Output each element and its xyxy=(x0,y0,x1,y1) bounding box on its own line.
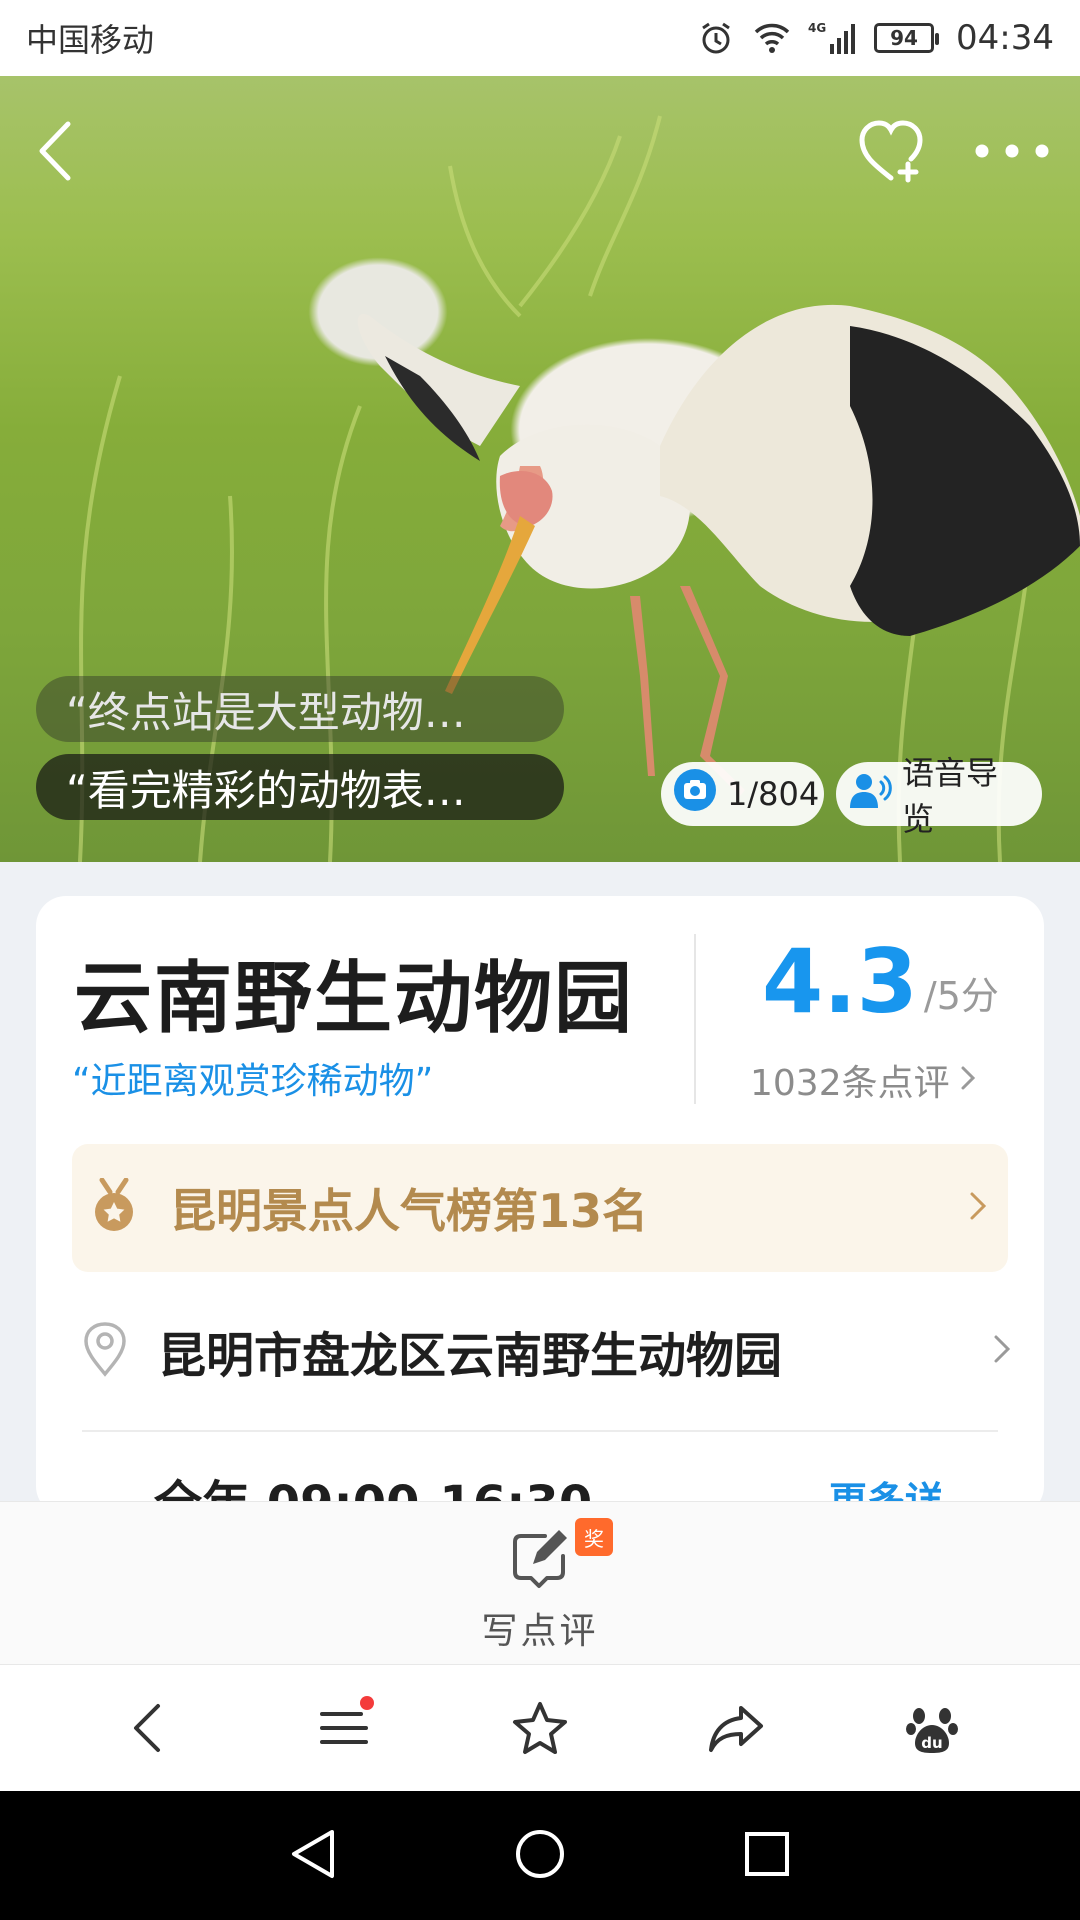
wifi-icon xyxy=(752,18,792,58)
system-nav-bar xyxy=(0,1791,1080,1920)
write-review-bar: 写点评 奖 xyxy=(0,1501,1080,1665)
review-quote-text: “终点站是大型动物… xyxy=(66,687,466,737)
signal-icon: 4G xyxy=(808,18,858,58)
rating-unit: /5分 xyxy=(923,974,999,1018)
back-icon[interactable] xyxy=(108,1688,188,1768)
rating-score[interactable]: 4.3 /5分 xyxy=(762,938,999,1026)
audio-guide-icon xyxy=(848,768,892,820)
reward-badge: 奖 xyxy=(575,1518,613,1556)
edit-icon xyxy=(509,1528,571,1594)
share-icon[interactable] xyxy=(696,1688,776,1768)
battery-level: 94 xyxy=(890,26,918,50)
poi-info-card: 云南野生动物园 “近距离观赏珍稀动物” 4.3 /5分 1032条点评 昆明景点… xyxy=(36,896,1044,1516)
status-bar: 中国移动 4G 94 04:34 xyxy=(0,0,1080,76)
address-text: 昆明市盘龙区云南野生动物园 xyxy=(158,1328,783,1384)
audio-guide-button[interactable]: 语音导览 xyxy=(836,754,1042,838)
battery-icon: 94 xyxy=(874,23,940,53)
nav-recents-icon[interactable] xyxy=(742,1829,792,1883)
write-review-label: 写点评 xyxy=(481,1611,599,1652)
review-count: 1032条点评 xyxy=(750,1063,950,1104)
baidu-paw-icon[interactable]: du xyxy=(892,1688,972,1768)
hero-header xyxy=(0,76,1080,226)
status-icons: 4G 94 04:34 xyxy=(696,18,1054,58)
review-quote-chip[interactable]: “终点站是大型动物… xyxy=(36,676,564,742)
svg-text:du: du xyxy=(921,1734,942,1752)
audio-guide-label: 语音导览 xyxy=(902,754,999,838)
nav-home-icon[interactable] xyxy=(513,1827,567,1885)
review-count-link[interactable]: 1032条点评 xyxy=(750,1054,976,1106)
clock-label: 04:34 xyxy=(956,18,1054,58)
notification-dot xyxy=(360,1696,374,1710)
location-pin-icon xyxy=(82,1321,128,1381)
photo-counter-label: 1/804 xyxy=(727,775,820,813)
review-quote-text: “看完精彩的动物表… xyxy=(66,765,466,815)
alarm-icon xyxy=(696,18,736,58)
hero-photo[interactable]: “终点站是大型动物… “看完精彩的动物表… 1/804 语音导览 xyxy=(0,76,1080,862)
photo-counter-button[interactable]: 1/804 xyxy=(661,762,824,826)
divider xyxy=(694,934,696,1104)
popularity-rank-banner[interactable]: 昆明景点人气榜第13名 xyxy=(72,1144,1008,1272)
carrier-label: 中国移动 xyxy=(26,21,155,59)
medal-icon xyxy=(92,1177,136,1238)
camera-icon xyxy=(673,768,717,820)
menu-icon[interactable] xyxy=(304,1688,384,1768)
review-quote-chip[interactable]: “看完精彩的动物表… xyxy=(36,754,564,820)
poi-name: 云南野生动物园 xyxy=(74,954,635,1044)
divider xyxy=(82,1430,998,1432)
address-row[interactable]: 昆明市盘龙区云南野生动物园 xyxy=(82,1296,1012,1406)
star-icon[interactable] xyxy=(500,1688,580,1768)
chevron-right-icon xyxy=(992,1332,1012,1370)
chevron-right-icon xyxy=(960,1060,976,1101)
poi-slogan: “近距离观赏珍稀动物” xyxy=(72,1061,434,1102)
rank-text: 昆明景点人气榜第13名 xyxy=(170,1184,649,1238)
hero-actions xyxy=(856,118,1050,184)
favorite-add-icon[interactable] xyxy=(856,118,926,184)
chevron-right-icon xyxy=(968,1189,988,1227)
nav-back-icon[interactable] xyxy=(288,1827,338,1885)
rating-value: 4.3 xyxy=(762,930,918,1033)
browser-toolbar: du xyxy=(0,1665,1080,1791)
more-icon[interactable] xyxy=(974,143,1050,159)
network-type-label: 4G xyxy=(808,21,826,35)
back-arrow-icon[interactable] xyxy=(30,116,80,186)
